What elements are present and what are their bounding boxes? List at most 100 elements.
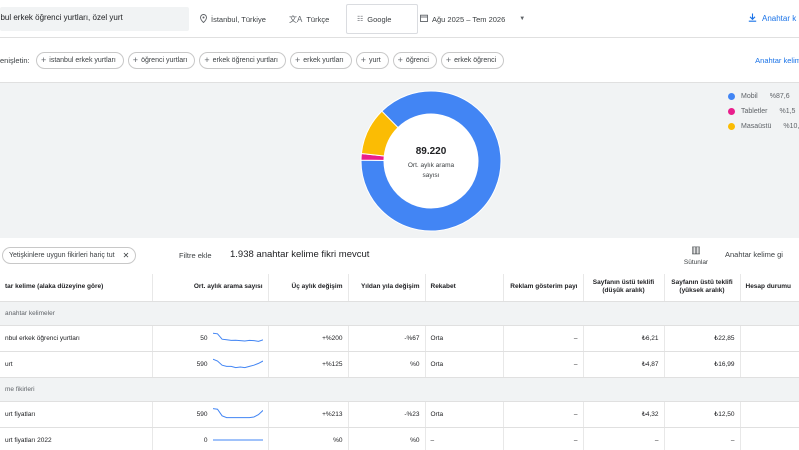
col-keyword[interactable]: tar kelime (alaka düzeyine göre) (0, 274, 153, 302)
broaden-chip-label: erkek öğrenci (454, 56, 497, 64)
avg-searches-cell: 50 (152, 325, 269, 352)
broaden-chip[interactable]: + öğrenci yurtları (127, 51, 196, 69)
col-avg-searches[interactable]: Ort. aylık arama sayısı (152, 274, 269, 302)
col-bid-high[interactable]: Sayfanın üstü teklifi (yüksek aralık) (664, 274, 741, 302)
broaden-chip[interactable]: + istanbul erkek yurtları (36, 51, 124, 69)
broaden-chip[interactable]: + öğrenci (392, 51, 437, 69)
avg-searches-cell: 590 (152, 351, 269, 378)
language-label: Türkçe (306, 15, 330, 24)
table-body: anahtar kelimeler nbul erkek öğrenci yurt… (0, 301, 799, 450)
device-donut-chart: 89.220 Ort. aylık arama sayısı (360, 90, 502, 232)
columns-icon: ▥ (691, 245, 701, 256)
add-filter-button[interactable]: Filtre ekle (179, 251, 212, 260)
three-month-cell: %0 (268, 427, 349, 450)
impression-share-cell: – (503, 325, 584, 352)
yoy-cell: %0 (348, 351, 426, 378)
col-three-month[interactable]: Üç aylık değişim (268, 274, 349, 302)
chart-legend: Mobil %87,6 Tabletler %1,5 Masaüstü %10,9 (728, 89, 799, 134)
three-month-cell: +%125 (268, 351, 349, 378)
plus-icon: + (132, 55, 139, 65)
table-toolbar: Yetişkinlere uygun fikirleri hariç tut ✕… (0, 238, 799, 274)
legend-label: Mobil (741, 93, 758, 100)
bid-low-cell: ₺4,32 (583, 401, 665, 428)
avg-searches-value: 590 (196, 410, 208, 418)
group-label: anahtar kelimeler (0, 301, 799, 326)
trend-sparkline (212, 439, 263, 441)
avg-searches-value: 590 (196, 360, 208, 368)
keywords-field[interactable]: nbul erkek öğrenci yurtları, özel yurt (0, 7, 189, 31)
broaden-label: enişletin: (0, 55, 30, 65)
plus-icon: + (41, 55, 47, 65)
legend-swatch (728, 123, 735, 130)
three-month-cell: +%213 (268, 401, 349, 428)
keyword-view-button[interactable]: Anahtar kelime gi (725, 250, 783, 259)
adult-filter-chip[interactable]: Yetişkinlere uygun fikirleri hariç tut ✕ (2, 247, 137, 264)
add-keywords-link[interactable]: Anahtar kelim (755, 56, 799, 65)
plus-icon: + (294, 55, 301, 65)
table-row[interactable]: urt fiyatları 2022 0 %0 %0– – – – (0, 427, 799, 450)
avg-searches-value: 0 (203, 436, 208, 444)
account-status-cell (740, 427, 799, 450)
table-row[interactable]: urt fiyatları 590 +%213 -%23 Orta – ₺4,32 ₺12,5… (0, 401, 799, 428)
table-row[interactable]: urt 590 +%125 %0 Orta – ₺4,87 ₺16,99 (0, 351, 799, 378)
center-label-2: sayısı (423, 172, 440, 179)
bid-high-cell: ₺16,99 (664, 351, 741, 378)
bid-low-cell: ₺4,87 (583, 351, 665, 378)
search-network-filter[interactable]: ☷ Google (346, 4, 418, 34)
broaden-chip[interactable]: + erkek yurtları (289, 51, 352, 69)
legend-label: Masaüstü (741, 123, 772, 130)
download-icon (748, 13, 757, 24)
impression-share-cell: – (503, 427, 584, 450)
columns-button[interactable]: ▥ Sütunlar (680, 245, 712, 266)
table-row[interactable]: nbul erkek öğrenci yurtları 50 +%200 -%67 Or… (0, 325, 799, 352)
account-status-cell (740, 325, 799, 352)
plus-icon: + (360, 55, 366, 65)
date-range-filter[interactable]: Ağu 2025 – Tem 2026 ▼ (420, 14, 525, 24)
impression-share-cell: – (503, 351, 584, 378)
col-account-status[interactable]: Hesap durumu (740, 274, 799, 302)
col-yoy[interactable]: Yıldan yıla değişim (348, 274, 426, 302)
broaden-chip-label: öğrenci (405, 56, 429, 64)
broaden-chip-label: öğrenci yurtları (141, 56, 188, 64)
broaden-chip[interactable]: + erkek öğrenci (440, 51, 505, 69)
adult-filter-label: Yetişkinlere uygun fikirleri hariç tut (9, 252, 115, 259)
avg-searches-wrap: 590 (197, 407, 263, 421)
col-competition[interactable]: Rekabet (425, 274, 504, 302)
device-chart-panel: 89.220 Ort. aylık arama sayısı Mobil %87,… (0, 82, 799, 238)
donut-center (384, 114, 478, 208)
avg-searches-wrap: 50 (200, 331, 263, 345)
location-pin-icon (200, 14, 207, 25)
three-month-cell: +%200 (268, 325, 349, 352)
location-filter[interactable]: İstanbul, Türkiye (200, 14, 266, 25)
account-status-cell (740, 351, 799, 378)
legend-item: Tabletler %1,5 (728, 104, 799, 119)
account-status-cell (740, 401, 799, 428)
download-button[interactable]: Anahtar k (748, 13, 796, 24)
col-impression-share[interactable]: Reklam gösterim payı (503, 274, 584, 302)
competition-cell: Orta (425, 325, 504, 352)
close-icon[interactable]: ✕ (123, 251, 130, 260)
avg-searches-cell: 590 (152, 401, 269, 428)
trend-sparkline (212, 408, 263, 419)
broaden-chip[interactable]: + yurt (355, 51, 389, 69)
avg-searches-value: 50 (200, 334, 208, 342)
competition-cell: Orta (425, 351, 504, 378)
plus-icon: + (397, 55, 403, 65)
keyword-cell: urt fiyatları 2022 (0, 427, 153, 450)
bid-low-cell: – (583, 427, 665, 450)
legend-swatch (728, 93, 735, 100)
language-filter[interactable]: 文A Türkçe (289, 14, 329, 25)
keywords-value: nbul erkek öğrenci yurtları, özel yurt (0, 13, 123, 22)
bid-low-cell: ₺6,21 (583, 325, 665, 352)
col-bid-low[interactable]: Sayfanın üstü teklifi (düşük aralık) (583, 274, 665, 302)
location-label: İstanbul, Türkiye (211, 15, 266, 24)
group-header-row: anahtar kelimeler (0, 301, 799, 326)
competition-cell: Orta (425, 401, 504, 428)
legend-swatch (728, 108, 735, 115)
broaden-chip[interactable]: + erkek öğrenci yurtları (199, 51, 286, 69)
legend-percent: %87,6 (769, 93, 790, 100)
broaden-chip-label: istanbul erkek yurtları (49, 56, 116, 64)
legend-percent: %10,9 (783, 123, 799, 130)
download-label: Anahtar k (762, 14, 797, 23)
group-header-row: me fikirleri (0, 377, 799, 402)
